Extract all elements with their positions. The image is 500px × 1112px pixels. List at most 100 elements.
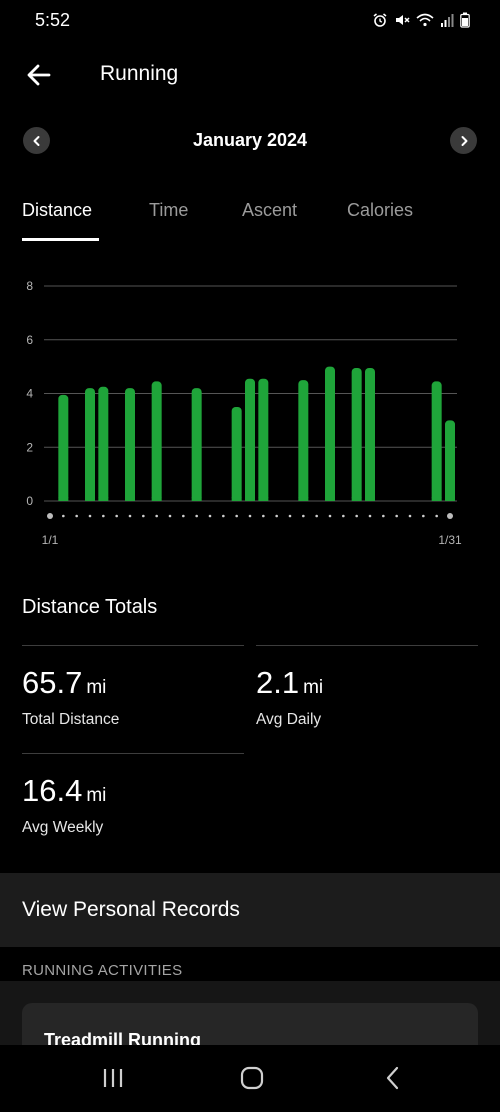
chart-bar[interactable] xyxy=(231,406,242,501)
next-month-button[interactable] xyxy=(450,127,477,154)
y-tick-label: 0 xyxy=(26,494,33,508)
status-icons xyxy=(372,12,470,31)
home-button[interactable] xyxy=(238,1065,266,1091)
x-axis-dot xyxy=(408,514,412,518)
x-axis-dot xyxy=(355,514,358,518)
wifi-icon xyxy=(416,12,434,31)
signal-icon xyxy=(440,12,454,31)
chart-bar-base xyxy=(365,497,375,501)
chart-bar[interactable] xyxy=(365,367,375,501)
battery-icon xyxy=(460,12,470,31)
system-nav-bar xyxy=(0,1045,500,1112)
tab-distance[interactable]: Distance xyxy=(22,200,92,221)
mute-icon xyxy=(394,12,410,31)
x-axis-dot xyxy=(235,514,238,518)
stat-avg-weekly-value: 16.4 mi xyxy=(22,773,106,809)
chart-bar[interactable] xyxy=(445,420,455,501)
y-tick-label: 2 xyxy=(26,440,33,454)
activity-title: Treadmill Running xyxy=(44,1030,202,1045)
system-back-button[interactable] xyxy=(380,1065,406,1091)
x-axis-dot xyxy=(208,514,212,518)
x-axis-dot xyxy=(248,514,252,518)
x-axis-dot xyxy=(222,514,225,518)
totals-title: Distance Totals xyxy=(22,596,158,618)
x-axis-dot xyxy=(395,514,398,518)
x-axis-dot xyxy=(155,514,158,518)
view-personal-records-button[interactable]: View Personal Records xyxy=(0,873,500,947)
x-axis-dot xyxy=(182,514,185,518)
stat-avg-daily-value: 2.1 mi xyxy=(256,665,323,701)
x-axis-dot xyxy=(328,514,332,518)
arrow-left-icon xyxy=(27,64,51,86)
tab-ascent[interactable]: Ascent xyxy=(242,200,297,221)
chart-bar[interactable] xyxy=(191,388,202,501)
x-axis-dot xyxy=(75,514,78,518)
x-axis-dot xyxy=(342,514,345,518)
stat-number: 16.4 xyxy=(22,773,83,808)
chart-bar-base xyxy=(245,497,255,501)
chart-bar-base xyxy=(231,497,242,501)
x-tick-label-first: 1/1 xyxy=(42,533,59,547)
y-tick-label: 4 xyxy=(26,387,33,401)
status-bar: 5:52 xyxy=(0,0,500,44)
chart-bar[interactable] xyxy=(85,388,95,501)
x-axis-dot xyxy=(288,514,292,518)
tab-time[interactable]: Time xyxy=(149,200,188,221)
chart-bar-base xyxy=(58,497,69,501)
chart-bar[interactable] xyxy=(58,394,69,501)
x-axis-dot xyxy=(88,514,92,518)
divider xyxy=(256,645,478,646)
alarm-icon xyxy=(372,12,388,31)
tab-calories[interactable]: Calories xyxy=(347,200,413,221)
x-axis-dot xyxy=(302,514,305,518)
app-header: Running xyxy=(0,50,500,100)
stat-unit: mi xyxy=(86,677,107,698)
chart-bar[interactable] xyxy=(151,381,162,501)
activity-card[interactable]: Treadmill Running xyxy=(22,1003,478,1045)
x-axis-dot xyxy=(447,513,453,519)
x-axis-dot xyxy=(47,513,53,519)
x-axis-dot xyxy=(115,514,118,518)
distance-chart: 0 2 4 6 8 1/1 1/31 xyxy=(0,270,500,560)
chart-bar-base xyxy=(85,497,95,501)
chart-bar[interactable] xyxy=(125,388,135,501)
x-axis-dot xyxy=(168,514,172,518)
recents-icon xyxy=(103,1069,123,1087)
recents-button[interactable] xyxy=(100,1065,126,1091)
back-icon xyxy=(386,1066,399,1090)
chart-bar[interactable] xyxy=(351,367,362,501)
chart-bar-base xyxy=(351,497,362,501)
chart-bar[interactable] xyxy=(325,366,335,501)
x-axis-dot xyxy=(422,514,425,518)
x-axis-dot xyxy=(195,514,198,518)
chart-bar[interactable] xyxy=(298,380,309,501)
x-axis-dot xyxy=(142,514,145,518)
x-axis-dot xyxy=(62,514,65,518)
chart-bar-base xyxy=(445,497,455,501)
chart-bar[interactable] xyxy=(98,386,109,501)
chart-bar[interactable] xyxy=(431,381,442,501)
x-axis-dot xyxy=(262,514,265,518)
x-axis-dot xyxy=(102,514,105,518)
chart-bar-base xyxy=(151,497,162,501)
back-button[interactable] xyxy=(22,58,56,92)
chart-bar-base xyxy=(191,497,202,501)
chevron-right-icon xyxy=(461,135,467,146)
stat-total-distance-value: 65.7 mi xyxy=(22,665,106,701)
chart-bar[interactable] xyxy=(258,378,269,501)
x-axis-dot xyxy=(435,514,438,518)
x-axis-dot xyxy=(128,514,132,518)
chart-bar-base xyxy=(98,497,109,501)
status-time: 5:52 xyxy=(35,10,71,30)
stat-total-distance-label: Total Distance xyxy=(22,711,120,728)
chart-bar[interactable] xyxy=(245,378,255,501)
chart-bar-base xyxy=(258,497,269,501)
page-title: Running xyxy=(100,62,179,85)
stat-number: 65.7 xyxy=(22,665,83,700)
y-tick-label: 8 xyxy=(26,279,33,293)
chart-bar-base xyxy=(298,497,309,501)
x-axis-dot xyxy=(368,514,372,518)
stat-avg-weekly-label: Avg Weekly xyxy=(22,819,104,836)
metric-tabs: Distance Time Ascent Calories xyxy=(0,196,500,244)
y-tick-label: 6 xyxy=(26,333,33,347)
